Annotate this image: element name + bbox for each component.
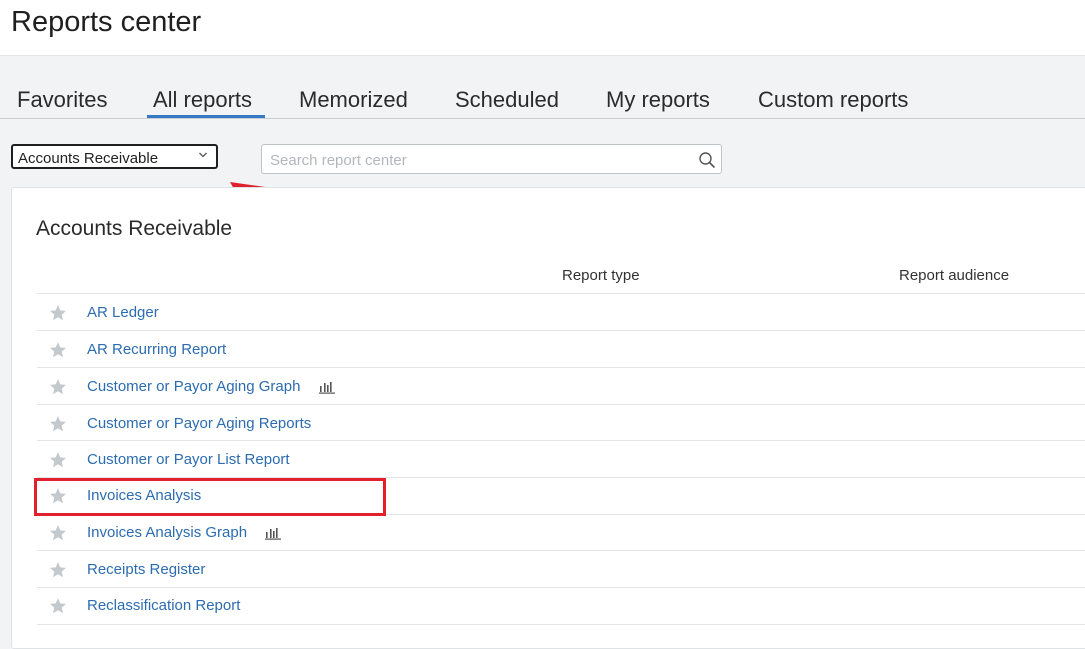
search-input[interactable] — [268, 149, 692, 171]
active-tab-indicator — [147, 115, 265, 118]
report-link[interactable]: Invoices Analysis Graph — [87, 524, 282, 541]
bar-chart-icon — [265, 527, 282, 540]
report-row: Customer or Payor List Report — [37, 441, 1085, 477]
report-row: Invoices Analysis Graph — [37, 514, 1085, 550]
star-icon[interactable] — [49, 597, 67, 615]
tab-custom-reports[interactable]: Custom reports — [758, 87, 908, 119]
report-link[interactable]: Customer or Payor Aging Reports — [87, 415, 311, 432]
report-row: Receipts Register — [37, 551, 1085, 587]
column-header-report-audience: Report audience — [899, 267, 1010, 284]
category-select[interactable]: Accounts Receivable — [11, 144, 218, 169]
annotation-highlight-box — [34, 478, 386, 516]
report-link-label: Invoices Analysis Graph — [87, 524, 248, 541]
star-icon[interactable] — [49, 378, 67, 396]
report-link[interactable]: AR Recurring Report — [87, 341, 226, 358]
report-tabs: Favorites All reports Memorized Schedule… — [0, 84, 1085, 119]
star-icon[interactable] — [49, 561, 67, 579]
chevron-down-icon — [199, 152, 207, 158]
star-icon[interactable] — [49, 304, 67, 322]
bar-chart-icon — [318, 381, 335, 394]
star-icon[interactable] — [49, 415, 67, 433]
report-link[interactable]: Reclassification Report — [87, 597, 240, 614]
page-title: Reports center — [11, 6, 202, 38]
section-title: Accounts Receivable — [36, 217, 233, 240]
report-link[interactable]: Customer or Payor Aging Graph — [87, 378, 335, 395]
report-link-label: Customer or Payor Aging Graph — [87, 378, 301, 395]
tab-scheduled[interactable]: Scheduled — [455, 87, 559, 119]
search-box — [261, 144, 722, 174]
report-row: Customer or Payor Aging Graph — [37, 368, 1085, 404]
star-icon[interactable] — [49, 451, 67, 469]
column-header-report-type: Report type — [562, 267, 640, 284]
report-row: AR Recurring Report — [37, 331, 1085, 367]
report-row: Reclassification Report — [37, 587, 1085, 623]
category-select-value: Accounts Receivable — [18, 150, 159, 167]
list-divider — [37, 624, 1085, 625]
report-link[interactable]: AR Ledger — [87, 304, 159, 321]
report-link[interactable]: Receipts Register — [87, 561, 205, 578]
tab-favorites[interactable]: Favorites — [17, 87, 107, 119]
search-icon[interactable] — [698, 151, 716, 169]
report-row: AR Ledger — [37, 294, 1085, 330]
star-icon[interactable] — [49, 341, 67, 359]
report-link[interactable]: Customer or Payor List Report — [87, 451, 290, 468]
tab-my-reports[interactable]: My reports — [606, 87, 710, 119]
tab-memorized[interactable]: Memorized — [299, 87, 408, 119]
report-row: Customer or Payor Aging Reports — [37, 405, 1085, 441]
page-header: Reports center — [0, 0, 1085, 56]
star-icon[interactable] — [49, 524, 67, 542]
